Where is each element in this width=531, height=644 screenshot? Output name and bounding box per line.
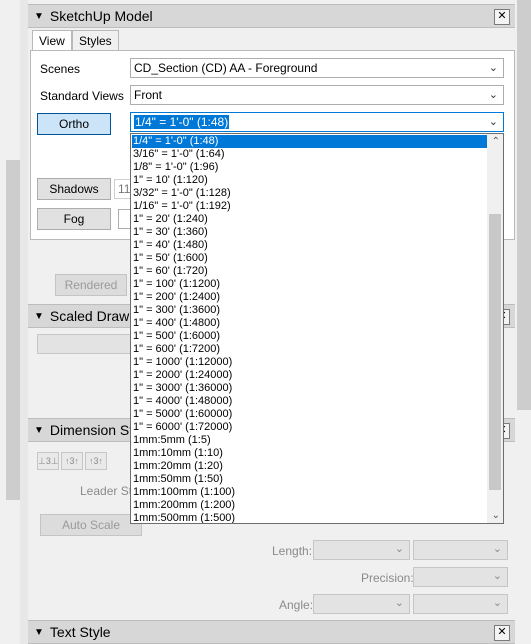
sketchup-model-panel-header[interactable]: ▼ SketchUp Model ✕ [28,4,515,28]
scale-option[interactable]: 3/32" = 1'-0" (1:128) [133,187,231,200]
angle-label: Angle: [279,598,314,612]
chevron-down-icon: ⌄ [394,597,404,609]
scale-option[interactable]: 1" = 50' (1:600) [133,252,208,265]
tab-view[interactable]: View [32,30,72,52]
scale-option[interactable]: 1/4" = 1'-0" (1:48) [132,135,489,148]
scale-option[interactable]: 1" = 3000' (1:36000) [133,382,232,395]
tab-styles[interactable]: Styles [72,30,119,51]
dropdown-scroll-thumb[interactable] [489,214,501,490]
standard-views-dropdown[interactable]: Front ⌄ [130,85,504,105]
close-icon[interactable]: ✕ [494,625,510,641]
panel-title: Dimension St [49,422,134,438]
scenes-dropdown[interactable]: CD_Section (CD) AA - Foreground ⌄ [130,58,504,78]
precision-dropdown[interactable]: ⌄ [413,567,508,587]
chevron-down-icon: ⌄ [488,89,498,101]
chevron-down-icon: ⌄ [492,570,502,582]
length-units-dropdown[interactable]: ⌄ [313,540,410,560]
scale-option[interactable]: 1mm:500mm (1:500) [133,512,235,523]
scale-option[interactable]: 1" = 2000' (1:24000) [133,369,232,382]
scale-option[interactable]: 1mm:20mm (1:20) [133,460,223,473]
collapse-arrow-icon[interactable]: ▼ [34,627,44,638]
angle-units-dropdown[interactable]: ⌄ [313,594,410,614]
scale-option[interactable]: 1" = 400' (1:4800) [133,317,220,330]
dropdown-scrollbar[interactable]: ⌃ ⌄ [487,134,503,523]
scale-option[interactable]: 1mm:200mm (1:200) [133,499,235,512]
scroll-down-icon[interactable]: ⌄ [492,510,500,521]
panel-title: Scaled Drawi [49,308,133,324]
scale-dropdown[interactable]: 1/4" = 1'-0" (1:48) ⌄ [130,112,504,132]
text-style-panel-header[interactable]: ▼ Text Style ✕ [28,620,515,644]
scale-option[interactable]: 1mm:10mm (1:10) [133,447,223,460]
scale-option[interactable]: 1" = 6000' (1:72000) [133,421,232,434]
scale-option[interactable]: 1" = 40' (1:480) [133,239,208,252]
scale-option[interactable]: 1" = 5000' (1:60000) [133,408,232,421]
close-icon[interactable]: ✕ [494,9,510,25]
scale-option[interactable]: 1/8" = 1'-0" (1:96) [133,161,218,174]
rendered-button[interactable]: Rendered [55,274,127,296]
scale-dropdown-list[interactable]: 1/4" = 1'-0" (1:48) 3/16" = 1'-0" (1:64) 1… [130,133,504,524]
angle-format-dropdown[interactable]: ⌄ [413,594,508,614]
chevron-down-icon: ⌄ [394,543,404,555]
collapse-arrow-icon[interactable]: ▼ [34,11,44,22]
dimension-align-center-icon[interactable]: ↑3↑ [61,452,83,470]
scale-option[interactable]: 1mm:50mm (1:50) [133,473,223,486]
scale-option[interactable]: 1" = 4000' (1:48000) [133,395,232,408]
scale-option[interactable]: 1" = 60' (1:720) [133,265,208,278]
scale-option[interactable]: 1" = 200' (1:2400) [133,291,220,304]
scroll-up-icon[interactable]: ⌃ [492,136,500,147]
chevron-down-icon: ⌄ [492,597,502,609]
scale-option[interactable]: 1" = 500' (1:6000) [133,330,220,343]
ortho-button[interactable]: Ortho [37,113,111,135]
standard-views-label: Standard Views [40,89,124,103]
scenes-label: Scenes [40,62,81,76]
auto-scale-button[interactable]: Auto Scale [40,514,142,536]
chevron-down-icon: ⌄ [492,543,502,555]
scale-option[interactable]: 1mm:5mm (1:5) [133,434,211,447]
left-scroll-thumb[interactable] [6,160,20,500]
collapse-arrow-icon[interactable]: ▼ [34,311,44,322]
scale-option[interactable]: 1" = 600' (1:7200) [133,343,220,356]
collapse-arrow-icon[interactable]: ▼ [34,425,44,436]
scale-option[interactable]: 1" = 10' (1:120) [133,174,208,187]
fog-button[interactable]: Fog [37,208,111,230]
scale-option[interactable]: 1" = 20' (1:240) [133,213,208,226]
scale-option[interactable]: 3/16" = 1'-0" (1:64) [133,148,225,161]
shadows-button[interactable]: Shadows [37,178,111,200]
panel-title: Text Style [49,624,111,640]
chevron-down-icon: ⌄ [488,62,498,74]
scale-option[interactable]: 1" = 300' (1:3600) [133,304,220,317]
scale-option[interactable]: 1" = 1000' (1:12000) [133,356,232,369]
length-label: Length: [272,544,313,558]
scale-option[interactable]: 1" = 30' (1:360) [133,226,208,239]
dimension-align-outside-icon[interactable]: ↑3↑ [85,452,107,470]
chevron-down-icon: ⌄ [488,116,498,128]
tray-scroll-thumb[interactable] [517,0,531,410]
scaled-drawing-button[interactable] [37,334,131,354]
length-format-dropdown[interactable]: ⌄ [413,540,508,560]
scale-option[interactable]: 1mm:100mm (1:100) [133,486,235,499]
scale-option[interactable]: 1" = 100' (1:1200) [133,278,220,291]
precision-label: Precision: [361,571,414,585]
dimension-align-above-icon[interactable]: ⊥3⊥ [37,452,59,470]
scale-option[interactable]: 1/16" = 1'-0" (1:192) [133,200,231,213]
panel-title: SketchUp Model [49,8,153,24]
